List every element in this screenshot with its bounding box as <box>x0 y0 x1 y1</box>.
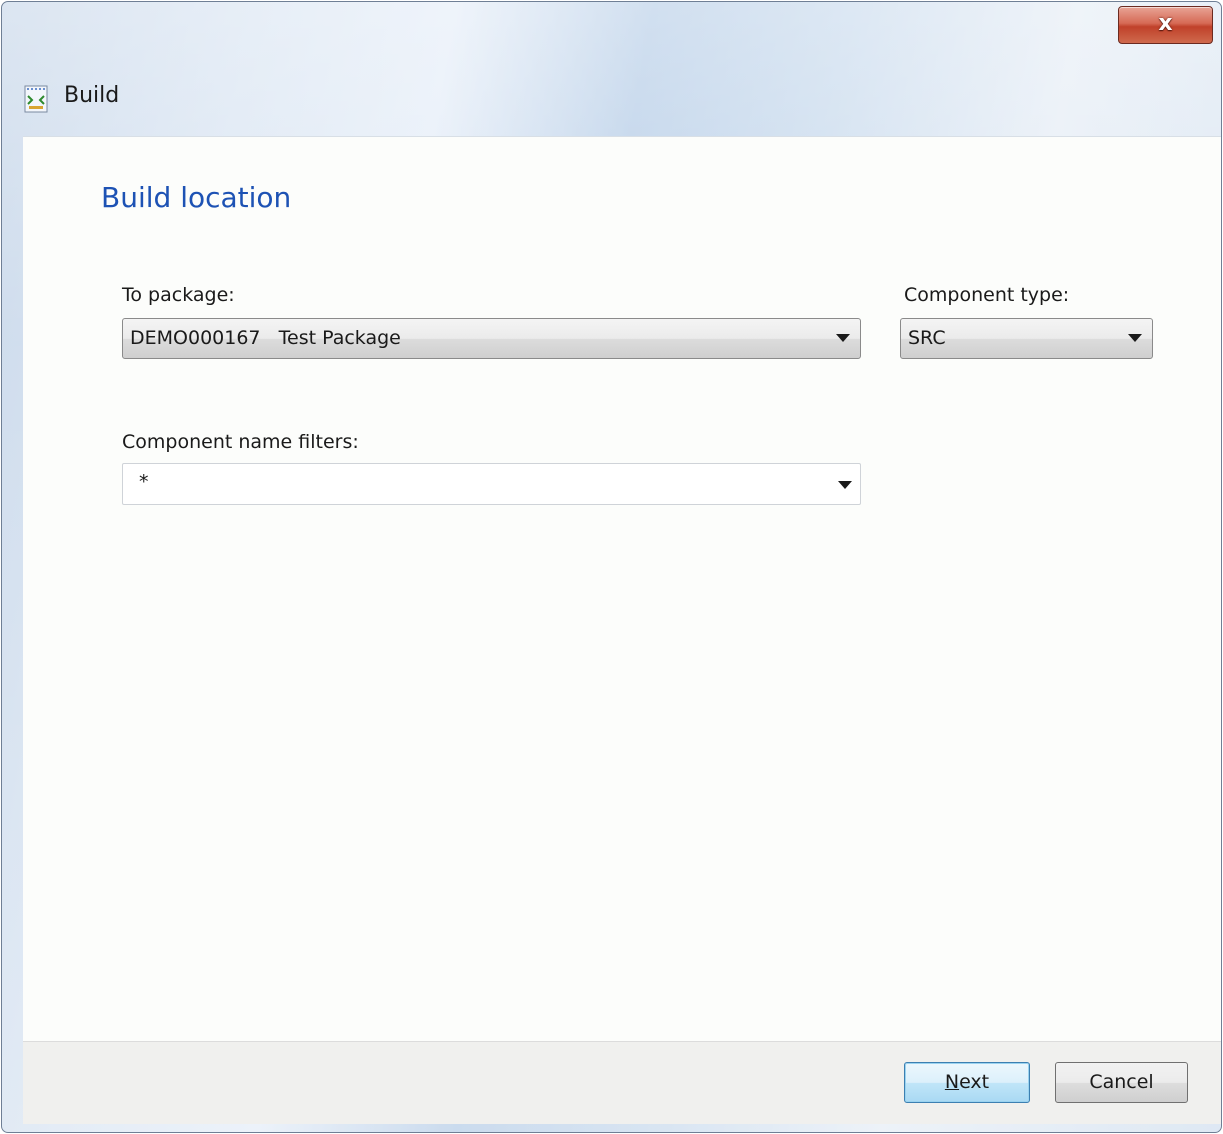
close-icon: x <box>1158 11 1173 36</box>
close-button[interactable]: x <box>1118 6 1213 44</box>
to-package-dropdown[interactable]: DEMO000167 Test Package <box>122 318 861 359</box>
page-title: Build location <box>101 181 292 214</box>
component-type-label: Component type: <box>904 284 1070 306</box>
chevron-down-icon <box>1128 334 1142 342</box>
build-icon <box>24 85 48 113</box>
to-package-value: DEMO000167 Test Package <box>130 327 401 349</box>
component-type-dropdown[interactable]: SRC <box>900 318 1153 359</box>
next-button[interactable]: Next <box>904 1062 1030 1103</box>
window-title: Build <box>64 83 120 108</box>
component-type-value: SRC <box>908 327 946 349</box>
component-name-filters-label: Component name filters: <box>122 431 359 453</box>
next-mnemonic: N <box>944 1071 960 1093</box>
build-dialog: x Build Build location To package: DEMO0… <box>1 1 1222 1133</box>
component-name-filters-value[interactable]: * <box>139 471 149 493</box>
next-label: ext <box>959 1071 990 1093</box>
wizard-footer: Next Cancel <box>23 1041 1221 1124</box>
wizard-content: Build location To package: DEMO000167 Te… <box>23 136 1221 1041</box>
cancel-button[interactable]: Cancel <box>1055 1062 1188 1103</box>
component-name-filters-combobox[interactable]: * <box>122 463 861 505</box>
chevron-down-icon <box>836 334 850 342</box>
cancel-label: Cancel <box>1089 1071 1154 1093</box>
chevron-down-icon[interactable] <box>838 481 852 489</box>
to-package-label: To package: <box>122 284 235 306</box>
